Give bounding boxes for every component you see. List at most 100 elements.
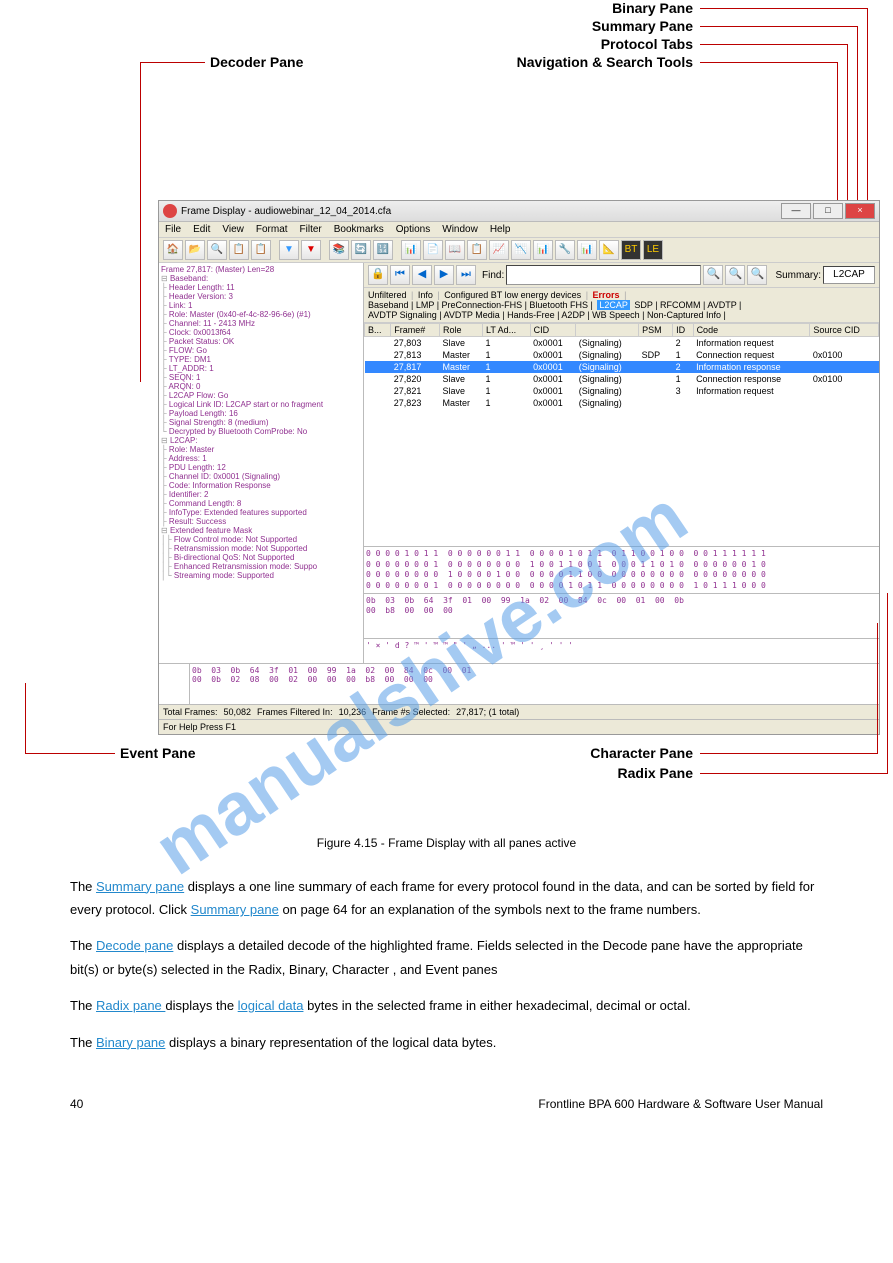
table-row[interactable]: 27,820Slave10x0001(Signaling)1Connection… [365,373,879,385]
tab-active[interactable]: L2CAP [597,300,630,310]
event-pane[interactable]: 0b 03 0b 64 3f 01 00 99 1a 02 00 84 0c 0… [159,663,879,704]
table-row[interactable]: 27,817Master10x0001(Signaling)2Informati… [365,361,879,373]
decoder-row: Frame 27,817: (Master) Len=28 [161,265,361,274]
binary-pane[interactable]: 0 0 0 0 1 0 1 1 0 0 0 0 0 0 1 1 0 0 0 0 … [364,546,879,593]
toolbar-button[interactable]: 🏠 [163,240,183,260]
maximize-button[interactable]: □ [813,203,843,219]
lock-icon[interactable]: 🔒 [368,265,388,285]
menu-item[interactable]: View [222,224,244,235]
search-icon[interactable]: 🔍 [703,265,723,285]
table-row[interactable]: 27,803Slave10x0001(Signaling)2Informatio… [365,337,879,350]
decoder-row: ├ Header Version: 3 [161,292,361,301]
decoder-row: ├ Payload Length: 16 [161,409,361,418]
decoder-row: ├ Command Length: 8 [161,499,361,508]
radix-pane[interactable]: 0b 03 0b 64 3f 01 00 99 1a 02 00 84 0c 0… [364,593,879,638]
search-next-icon[interactable]: 🔍 [747,265,767,285]
decoder-row: ├ Role: Master (0x40-ef-4c-82-96-6e) (#1… [161,310,361,319]
decoder-row: │├ Bi-directional QoS: Not Supported [161,553,361,562]
menu-item[interactable]: Options [396,224,430,235]
find-input[interactable] [506,265,701,285]
decoder-row: ├ Address: 1 [161,454,361,463]
menu-item[interactable]: Help [490,224,511,235]
tab[interactable]: Info [418,290,433,300]
menu-item[interactable]: Edit [193,224,210,235]
label-event-pane: Event Pane [120,745,195,761]
link-radix-pane[interactable]: Radix pane [96,998,165,1013]
search-prev-icon[interactable]: 🔍 [725,265,745,285]
decoder-row: ├ Link: 1 [161,301,361,310]
link-summary-pane[interactable]: Summary pane [96,879,184,894]
window-title: Frame Display - audiowebinar_12_04_2014.… [181,206,391,217]
toolbar-button[interactable]: 📄 [423,240,443,260]
menu-item[interactable]: Window [442,224,478,235]
toolbar-button[interactable]: 📋 [229,240,249,260]
decoder-row: ├ SEQN: 1 [161,373,361,382]
table-row[interactable]: 27,823Master10x0001(Signaling) [365,397,879,409]
tab[interactable]: Baseband | LMP | PreConnection-FHS | Blu… [368,300,595,310]
minimize-button[interactable]: — [781,203,811,219]
close-button[interactable]: × [845,203,875,219]
decoder-row: ├ Result: Success [161,517,361,526]
toolbar-button[interactable]: 📋 [467,240,487,260]
decoder-row: ├ Role: Master [161,445,361,454]
table-row[interactable]: 27,813Master10x0001(Signaling)SDP1Connec… [365,349,879,361]
decoder-row: ├ Code: Information Response [161,481,361,490]
link-logical-data[interactable]: logical data [238,998,304,1013]
tab[interactable]: Configured BT low energy devices [444,290,581,300]
toolbar-button[interactable]: 📐 [599,240,619,260]
character-pane[interactable]: ' × ' d ? ™ ' ™ ™ " ' „ ... ' ™ ' ' ¸ ' … [364,638,879,663]
table-row[interactable]: 27,821Slave10x0001(Signaling)3Informatio… [365,385,879,397]
link-summary-pane[interactable]: Summary pane [191,902,279,917]
tab[interactable]: SDP | RFCOMM | AVDTP | [634,300,741,310]
toolbar-button[interactable]: 📈 [489,240,509,260]
toolbar-button[interactable]: 📚 [329,240,349,260]
decoder-row: ├ InfoType: Extended features supported [161,508,361,517]
decoder-pane[interactable]: Frame 27,817: (Master) Len=28 ⊟ Baseband… [159,263,364,663]
toolbar-button[interactable]: ▼ [279,240,299,260]
toolbar-button[interactable]: 📂 [185,240,205,260]
page-number: 40 [70,1094,83,1116]
toolbar-button[interactable]: 📖 [445,240,465,260]
toolbar-button[interactable]: 🔍 [207,240,227,260]
tab[interactable]: Unfiltered [368,290,407,300]
decoder-row: ├ LT_ADDR: 1 [161,364,361,373]
help-bar: For Help Press F1 [159,719,879,734]
toolbar-button[interactable]: BT [621,240,641,260]
toolbar-button[interactable]: 🔄 [351,240,371,260]
decoder-row: ├ ARQN: 0 [161,382,361,391]
decoder-row: ├ Logical Link ID: L2CAP start or no fra… [161,400,361,409]
menu-item[interactable]: Bookmarks [334,224,384,235]
menu-item[interactable]: File [165,224,181,235]
summary-value[interactable]: L2CAP [823,266,875,284]
toolbar-button[interactable]: 📉 [511,240,531,260]
toolbar-button[interactable]: 📊 [401,240,421,260]
tab-errors[interactable]: Errors [593,290,620,300]
toolbar-button[interactable]: ▼ [301,240,321,260]
footer-text: Frontline BPA 600 Hardware & Software Us… [538,1094,823,1116]
toolbar-button[interactable]: 🔢 [373,240,393,260]
toolbar-button[interactable]: 📊 [577,240,597,260]
toolbar: 🏠 📂 🔍 📋 📋 ▼ ▼ 📚 🔄 🔢 📊 📄 📖 📋 📈 📉 📊 🔧 📊 📐 … [159,238,879,263]
protocol-tabs: Unfiltered | Info | Configured BT low en… [364,288,879,323]
decoder-row: ├ Identifier: 2 [161,490,361,499]
menu-item[interactable]: Filter [300,224,322,235]
menu-item[interactable]: Format [256,224,288,235]
tab[interactable]: AVDTP Signaling | AVDTP Media | Hands-Fr… [368,310,726,320]
summary-pane[interactable]: B...Frame# RoleLT Ad... CID PSMID CodeSo… [364,323,879,546]
label-decoder-pane: Decoder Pane [210,54,303,70]
toolbar-button[interactable]: 📋 [251,240,271,260]
para-radix: The Radix pane displays the logical data… [70,994,823,1017]
toolbar-button[interactable]: LE [643,240,663,260]
last-button[interactable]: ⏭ [456,265,476,285]
toolbar-button[interactable]: 🔧 [555,240,575,260]
decoder-row: │├ Flow Control mode: Not Supported [161,535,361,544]
link-binary-pane[interactable]: Binary pane [96,1035,165,1050]
decoder-row: ├ FLOW: Go [161,346,361,355]
toolbar-button[interactable]: 📊 [533,240,553,260]
decoder-row: ├ Channel: 11 - 2413 MHz [161,319,361,328]
prev-button[interactable]: ◀ [412,265,432,285]
bottom-annotations: Event Pane Character Pane Radix Pane [0,735,893,795]
next-button[interactable]: ▶ [434,265,454,285]
link-decode-pane[interactable]: Decode pane [96,938,173,953]
first-button[interactable]: ⏮ [390,265,410,285]
